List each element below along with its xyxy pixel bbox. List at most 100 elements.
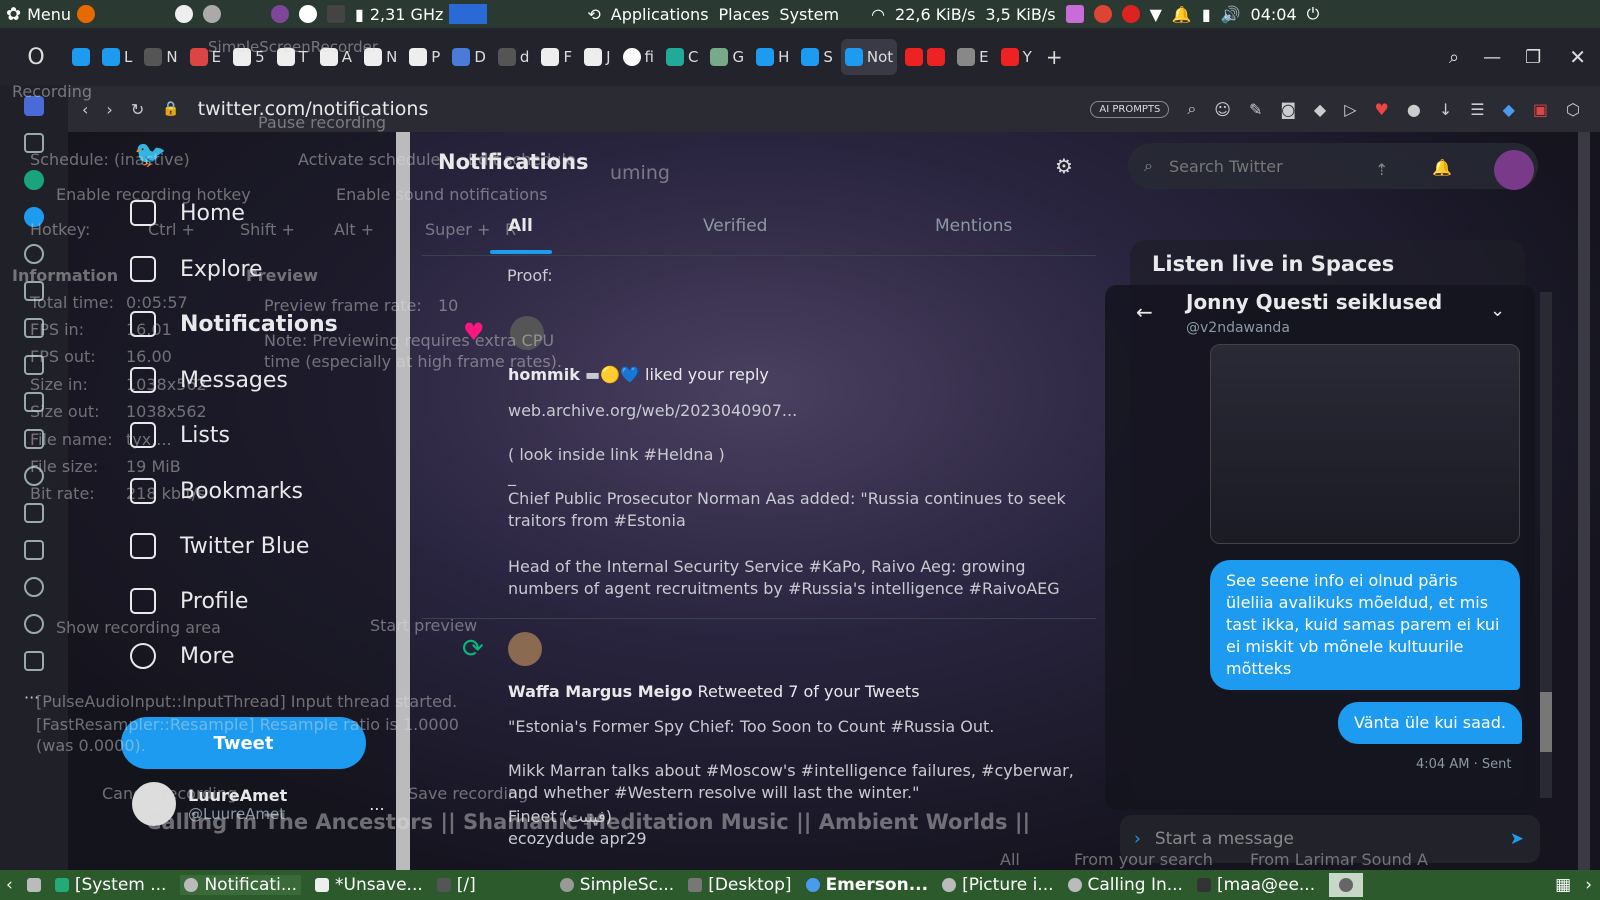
back-arrow-icon[interactable]: ← (1136, 300, 1153, 324)
camera-icon[interactable]: ◙ (1280, 100, 1296, 119)
recorder-ctrl[interactable]: Ctrl + (148, 220, 195, 239)
video-chip[interactable]: From your search (1074, 850, 1213, 869)
recorder-activate-schedule[interactable]: Activate schedule (298, 150, 440, 169)
tab[interactable]: L (98, 39, 136, 75)
tray-record-icon[interactable] (1121, 5, 1140, 23)
video-chip[interactable]: From Larimar Sound A (1250, 850, 1428, 869)
cube-tool-icon[interactable]: ⬡ (1566, 100, 1580, 119)
bulb-icon[interactable] (24, 614, 44, 634)
close-window-icon[interactable]: ✕ (1555, 45, 1600, 69)
tab[interactable]: D (448, 39, 490, 75)
new-tab-icon[interactable]: + (1040, 45, 1069, 69)
profile-icon[interactable]: ● (1407, 100, 1421, 119)
recorder-edit-schedule[interactable]: Edit schedule (468, 150, 576, 169)
taskbar-item[interactable]: [maa@ee... (1196, 875, 1315, 895)
minimize-icon[interactable]: — (1473, 47, 1511, 68)
settings-sidebar-icon[interactable] (24, 577, 44, 597)
nav-explore[interactable]: Explore (130, 256, 263, 282)
ext-icon[interactable]: ▣ (1533, 100, 1548, 119)
search-box[interactable]: ⌕ Search Twitter (1128, 143, 1538, 189)
taskbar-item[interactable]: [System ... (54, 875, 166, 895)
battery-icon[interactable]: ▮ (1202, 5, 1211, 24)
recorder-show-area[interactable]: Show recording area (56, 618, 221, 637)
tab[interactable]: N (140, 39, 181, 75)
taskbar-item[interactable]: SimpleSc... (559, 875, 674, 895)
power-icon[interactable]: ⏻ (1307, 4, 1320, 24)
nav-twitter-blue[interactable]: Twitter Blue (130, 533, 309, 559)
collapse-icon[interactable]: ⌄ (1490, 300, 1505, 321)
applications-menu[interactable]: Applications (611, 5, 709, 24)
download-icon[interactable] (24, 503, 44, 523)
taskbar-item-active[interactable] (1329, 873, 1364, 897)
bell-icon[interactable]: 🔔 (1172, 5, 1192, 24)
taskbar-item[interactable]: Emerson... (805, 875, 928, 895)
easy-setup-icon[interactable]: ☰ (1470, 100, 1484, 119)
avatar[interactable] (508, 632, 542, 666)
tab[interactable]: fi (619, 39, 658, 75)
tab[interactable]: C (662, 39, 702, 75)
recorder-pause[interactable]: Pause recording (258, 113, 386, 132)
tray-app-icon[interactable] (1065, 5, 1084, 23)
notif-text[interactable]: web.archive.org/web/2023040907... (508, 400, 1083, 422)
taskbar-item[interactable]: *Unsave... (315, 875, 423, 895)
profile-avatar[interactable] (1494, 150, 1534, 190)
terminal-icon[interactable] (327, 5, 346, 23)
wallet-icon[interactable]: ◆ (1503, 100, 1515, 119)
taskbar-item[interactable]: Calling In... (1067, 875, 1183, 895)
tray-chrome-icon[interactable] (1093, 5, 1112, 23)
expand-icon[interactable]: › (1134, 829, 1141, 849)
tab-mentions[interactable]: Mentions (935, 216, 1012, 236)
inkscape-icon[interactable] (175, 5, 194, 23)
edit-tool-icon[interactable]: ✎ (1249, 100, 1262, 119)
search-tool-icon[interactable]: ⌕ (1187, 99, 1196, 119)
notification-bell-icon[interactable]: 🔔 (1432, 158, 1452, 177)
share-icon[interactable]: ▷ (1344, 100, 1356, 119)
chatgpt-icon[interactable] (24, 170, 44, 190)
settings-gear-icon[interactable]: ⚙ (1055, 154, 1073, 178)
tab[interactable]: S (797, 39, 837, 75)
back-icon[interactable]: ‹ (82, 100, 88, 119)
clock[interactable]: 04:04 (1251, 5, 1297, 24)
forward-icon[interactable]: › (106, 100, 112, 119)
recorder-alt[interactable]: Alt + (334, 220, 374, 239)
recorder-cancel[interactable]: Cancel recording (102, 784, 237, 803)
taskbar-item[interactable]: [/] (436, 875, 476, 895)
ai-prompts-button[interactable]: AI PROMPTS (1090, 100, 1170, 118)
shield-icon[interactable]: ◆ (1314, 100, 1326, 119)
tab[interactable] (901, 39, 949, 75)
restore-icon[interactable]: ❐ (1515, 47, 1551, 68)
shared-screenshot[interactable] (1210, 344, 1520, 544)
taskbar-item[interactable]: [Picture i... (942, 875, 1054, 895)
recorder-hotkey-enable[interactable]: Enable recording hotkey (56, 185, 251, 204)
cube-icon[interactable] (24, 540, 44, 560)
show-desktop-icon[interactable] (26, 878, 41, 892)
taskbar-item[interactable]: Notificati... (180, 875, 302, 895)
notification-retweet[interactable]: Waffa Margus Meigo Retweeted 7 of your T… (508, 681, 920, 703)
downloads-icon[interactable]: ↓ (1439, 100, 1452, 119)
opera-menu-icon[interactable]: O (8, 45, 64, 70)
favorite-icon[interactable]: ♥ (1375, 100, 1389, 119)
player-icon[interactable] (24, 244, 44, 264)
left-scrollbar[interactable] (396, 132, 410, 870)
recorder-shift[interactable]: Shift + (240, 220, 295, 239)
info-value[interactable]: 10 (438, 296, 458, 315)
tab[interactable]: d (494, 39, 534, 75)
nav-profile[interactable]: Profile (130, 588, 248, 614)
emoji-icon[interactable]: ☺ (1214, 100, 1231, 119)
trash-icon[interactable]: ▦ (1555, 875, 1571, 895)
settings-icon[interactable] (203, 5, 222, 23)
tab[interactable]: H (752, 39, 793, 75)
tor-icon[interactable] (271, 5, 290, 23)
taskbar-item[interactable]: [Desktop] (688, 875, 792, 895)
wifi-tray-icon[interactable]: ▼ (1150, 5, 1162, 24)
taskbar-left-arrow-icon[interactable]: ‹ (6, 875, 13, 895)
dm-scrollbar[interactable] (1540, 292, 1552, 798)
recorder-start-preview[interactable]: Start preview (370, 616, 477, 635)
upload-icon[interactable]: ⇡ (1375, 160, 1388, 179)
opera-icon[interactable] (299, 5, 318, 23)
menu-button[interactable]: ✿ Menu (6, 4, 96, 25)
tab-verified[interactable]: Verified (703, 216, 767, 236)
recorder-super[interactable]: Super + (425, 220, 490, 239)
recorder-sound-enable[interactable]: Enable sound notifications (336, 185, 548, 204)
recorder-key[interactable]: R (505, 220, 516, 239)
